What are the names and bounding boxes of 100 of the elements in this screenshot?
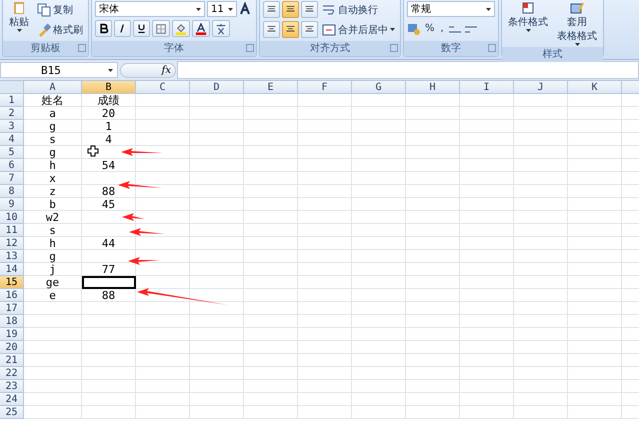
table-cell [352, 250, 406, 263]
row-header[interactable]: 22 [0, 367, 24, 380]
table-cell [514, 185, 568, 198]
phonetic-icon[interactable] [212, 20, 230, 37]
table-cell [514, 211, 568, 224]
comma-style-button[interactable]: , [438, 20, 446, 37]
row-header[interactable]: 25 [0, 406, 24, 419]
row-header[interactable]: 24 [0, 393, 24, 406]
row-header[interactable]: 19 [0, 328, 24, 341]
font-color-icon[interactable] [192, 20, 210, 37]
table-cell [244, 289, 298, 302]
column-header[interactable]: B [82, 81, 136, 94]
row-header[interactable]: 18 [0, 315, 24, 328]
row-header[interactable]: 1 [0, 94, 24, 107]
percent-style-button[interactable]: % [423, 20, 437, 37]
table-cell [190, 250, 244, 263]
row-header[interactable]: 10 [0, 211, 24, 224]
table-cell [406, 94, 460, 107]
row-header[interactable]: 21 [0, 354, 24, 367]
column-header[interactable]: D [190, 81, 244, 94]
table-cell [190, 315, 244, 328]
font-size-field[interactable]: 11 [207, 1, 237, 17]
row-header[interactable]: 11 [0, 224, 24, 237]
table-cell: 77 [82, 263, 136, 276]
align-icon[interactable] [301, 21, 318, 38]
table-cell [406, 172, 460, 185]
table-cell [568, 107, 622, 120]
column-header[interactable]: G [352, 81, 406, 94]
row-header[interactable]: 16 [0, 289, 24, 302]
number-format-field[interactable]: 常规 [407, 1, 495, 17]
wrap-text-button[interactable]: 自动换行 [320, 1, 380, 18]
italic-icon[interactable] [114, 20, 131, 37]
conditional-format-button[interactable]: 条件格式 [505, 1, 551, 32]
underline-icon[interactable] [133, 20, 150, 37]
table-cell: 45 [82, 198, 136, 211]
table-cell [406, 107, 460, 120]
caret-icon [196, 8, 201, 10]
column-header[interactable]: E [244, 81, 298, 94]
row-header[interactable]: 2 [0, 107, 24, 120]
table-cell [514, 315, 568, 328]
table-cell [406, 185, 460, 198]
paste-button[interactable]: 粘贴 [6, 1, 32, 32]
table-cell [568, 185, 622, 198]
table-cell [568, 302, 622, 315]
column-header[interactable]: J [514, 81, 568, 94]
table-cell [136, 107, 190, 120]
table-cell [244, 263, 298, 276]
table-cell [406, 289, 460, 302]
table-cell [298, 380, 352, 393]
row-header[interactable]: 3 [0, 120, 24, 133]
copy-button[interactable]: 复制 [35, 1, 85, 18]
row-header[interactable]: 13 [0, 250, 24, 263]
row-header[interactable]: 9 [0, 198, 24, 211]
row-header[interactable]: 5 [0, 146, 24, 159]
row-header[interactable]: 6 [0, 159, 24, 172]
table-cell [568, 198, 622, 211]
align-icon[interactable] [263, 1, 280, 18]
fill-color-icon[interactable] [172, 20, 190, 37]
row-header[interactable]: 23 [0, 380, 24, 393]
grid-icon [155, 22, 167, 34]
table-cell: a [24, 107, 82, 120]
name-box[interactable]: B15 [0, 62, 118, 78]
row-header[interactable]: 20 [0, 341, 24, 354]
row-header[interactable]: 17 [0, 302, 24, 315]
table-cell [568, 159, 622, 172]
align-icon[interactable] [282, 21, 299, 38]
table-cell [82, 406, 136, 419]
row-header[interactable]: 8 [0, 185, 24, 198]
column-header[interactable]: F [298, 81, 352, 94]
column-header[interactable]: I [460, 81, 514, 94]
table-cell [24, 341, 82, 354]
align-icon[interactable] [282, 1, 299, 18]
row-header[interactable]: 15 [0, 276, 24, 289]
table-cell [298, 120, 352, 133]
bold-icon[interactable] [95, 20, 112, 37]
column-header[interactable]: K [568, 81, 622, 94]
column-header[interactable]: C [136, 81, 190, 94]
row-header[interactable]: 4 [0, 133, 24, 146]
borders-icon[interactable] [152, 20, 170, 37]
formula-input-field[interactable] [177, 61, 639, 79]
table-cell [244, 107, 298, 120]
table-cell [406, 328, 460, 341]
merge-center-button[interactable]: 合并后居中 [320, 21, 397, 38]
row-header[interactable]: 7 [0, 172, 24, 185]
align-icon[interactable] [263, 21, 280, 38]
table-cell [136, 367, 190, 380]
table-cell [298, 289, 352, 302]
align-icon[interactable] [301, 1, 318, 18]
font-name-field[interactable]: 宋体 [95, 1, 205, 17]
table-cell [352, 276, 406, 289]
format-painter-button[interactable]: 格式刷 [35, 21, 85, 38]
column-header[interactable]: A [24, 81, 82, 94]
table-format-button[interactable]: 套用 表格格式 [554, 1, 600, 46]
row-header[interactable]: 14 [0, 263, 24, 276]
insert-function-button[interactable]: fx [120, 62, 176, 78]
row-header[interactable]: 12 [0, 237, 24, 250]
column-header[interactable]: H [406, 81, 460, 94]
table-cell [460, 276, 514, 289]
table-cell [136, 133, 190, 146]
active-cell[interactable] [82, 276, 136, 289]
